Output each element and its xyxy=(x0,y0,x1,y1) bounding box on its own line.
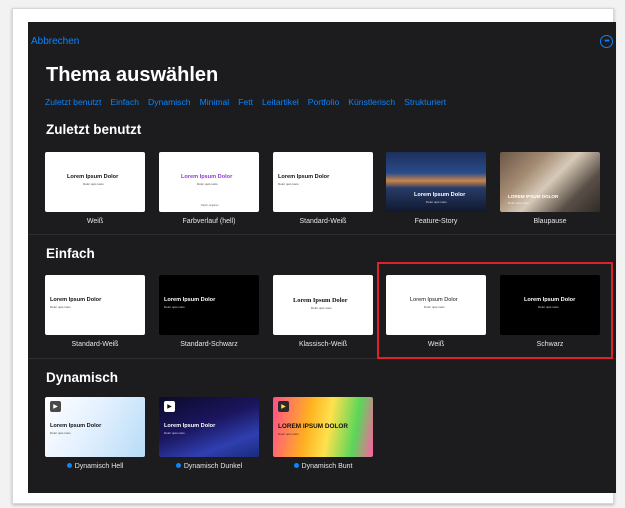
theme-caption: Feature-Story xyxy=(414,218,458,225)
play-icon: ▶ xyxy=(50,401,61,412)
theme-thumbnail: Lorem Ipsum Dolor Dolor quis iusto xyxy=(386,152,486,212)
play-icon: ▶ xyxy=(164,401,175,412)
filter-recent[interactable]: Zuletzt benutzt xyxy=(45,97,101,107)
theme-thumbnail: Lorem Ipsum Dolor Dolor quis iusto xyxy=(45,275,145,335)
theme-card-dynamic-dark[interactable]: ▶ Lorem Ipsum Dolor Dolor quis iusto Dyn… xyxy=(159,397,259,470)
theme-thumbnail: Lorem Ipsum Dolor Dolor quis iusto xyxy=(273,152,373,212)
theme-thumbnail: ▶ Lorem Ipsum Dolor Dolor quis iusto xyxy=(159,397,259,457)
theme-caption: Weiß xyxy=(86,218,104,225)
theme-thumbnail: Lorem Ipsum Dolor Dolor quis iusto xyxy=(273,275,373,335)
filter-bold[interactable]: Fett xyxy=(238,97,253,107)
dynamic-indicator-icon xyxy=(175,462,181,468)
dynamic-indicator-icon xyxy=(66,462,72,468)
filter-portfolio[interactable]: Portfolio xyxy=(308,97,340,107)
theme-caption: Blaupause xyxy=(533,218,567,225)
theme-caption: Farbverlauf (hell) xyxy=(182,218,236,225)
theme-caption: Dynamisch Dunkel xyxy=(159,462,259,470)
filter-artistic[interactable]: Künstlerisch xyxy=(348,97,395,107)
theme-chooser-sheet: Abbrechen ••• Thema auswählen Zuletzt be… xyxy=(28,22,616,493)
theme-card-standard-white-recent[interactable]: Lorem Ipsum Dolor Dolor quis iusto Stand… xyxy=(273,152,373,225)
section-title-dynamic: Dynamisch xyxy=(46,370,119,385)
filter-minimal[interactable]: Minimal xyxy=(200,97,230,107)
theme-card-gradient-light[interactable]: Lorem Ipsum Dolor Dolor quis iusto Datum… xyxy=(159,152,259,225)
section-title-recent: Zuletzt benutzt xyxy=(46,122,142,137)
theme-card-standard-white[interactable]: Lorem Ipsum Dolor Dolor quis iusto Stand… xyxy=(45,275,145,348)
filter-dynamic[interactable]: Dynamisch xyxy=(148,97,191,107)
dynamic-indicator-icon xyxy=(293,462,299,468)
theme-card-weiss-recent[interactable]: Lorem Ipsum Dolor Dolor quis iusto Weiß xyxy=(45,152,145,225)
ellipsis-circle-icon[interactable]: ••• xyxy=(600,35,613,48)
category-filter-bar: Zuletzt benutzt Einfach Dynamisch Minima… xyxy=(45,97,455,107)
theme-thumbnail: Lorem Ipsum Dolor Dolor quis iusto xyxy=(159,275,259,335)
theme-thumbnail: Lorem Ipsum Dolor Dolor quis iusto Datum… xyxy=(159,152,259,212)
theme-caption: Standard-Schwarz xyxy=(180,341,238,348)
theme-caption: Klassisch-Weiß xyxy=(298,341,348,348)
theme-caption: Dynamisch Bunt xyxy=(273,462,373,470)
theme-thumbnail: ▶ Lorem Ipsum Dolor Dolor quis iusto xyxy=(45,397,145,457)
theme-card-blueprint[interactable]: LOREM IPSUM DOLOR Dolor quis iusto Blaup… xyxy=(500,152,600,225)
filter-structured[interactable]: Strukturiert xyxy=(404,97,446,107)
theme-thumbnail: ▶ LOREM IPSUM DOLOR Dolor quis iusto xyxy=(273,397,373,457)
filter-editorial[interactable]: Leitartikel xyxy=(262,97,299,107)
theme-card-classic-white[interactable]: Lorem Ipsum Dolor Dolor quis iusto Klass… xyxy=(273,275,373,348)
theme-caption: Standard-Weiß xyxy=(71,341,119,348)
theme-thumbnail: LOREM IPSUM DOLOR Dolor quis iusto xyxy=(500,152,600,212)
theme-card-dynamic-colorful[interactable]: ▶ LOREM IPSUM DOLOR Dolor quis iusto Dyn… xyxy=(273,397,373,470)
filter-simple[interactable]: Einfach xyxy=(110,97,139,107)
section-title-simple: Einfach xyxy=(46,246,95,261)
theme-card-dynamic-light[interactable]: ▶ Lorem Ipsum Dolor Dolor quis iusto Dyn… xyxy=(45,397,145,470)
theme-thumbnail: Lorem Ipsum Dolor Dolor quis iusto xyxy=(45,152,145,212)
selection-highlight xyxy=(377,262,613,359)
theme-caption: Standard-Weiß xyxy=(299,218,347,225)
page-title: Thema auswählen xyxy=(46,64,219,86)
theme-card-standard-black[interactable]: Lorem Ipsum Dolor Dolor quis iusto Stand… xyxy=(159,275,259,348)
theme-caption: Dynamisch Hell xyxy=(45,462,145,470)
play-icon: ▶ xyxy=(278,401,289,412)
section-divider xyxy=(28,234,616,235)
cancel-button[interactable]: Abbrechen xyxy=(31,36,79,47)
theme-card-feature-story[interactable]: Lorem Ipsum Dolor Dolor quis iusto Featu… xyxy=(386,152,486,225)
